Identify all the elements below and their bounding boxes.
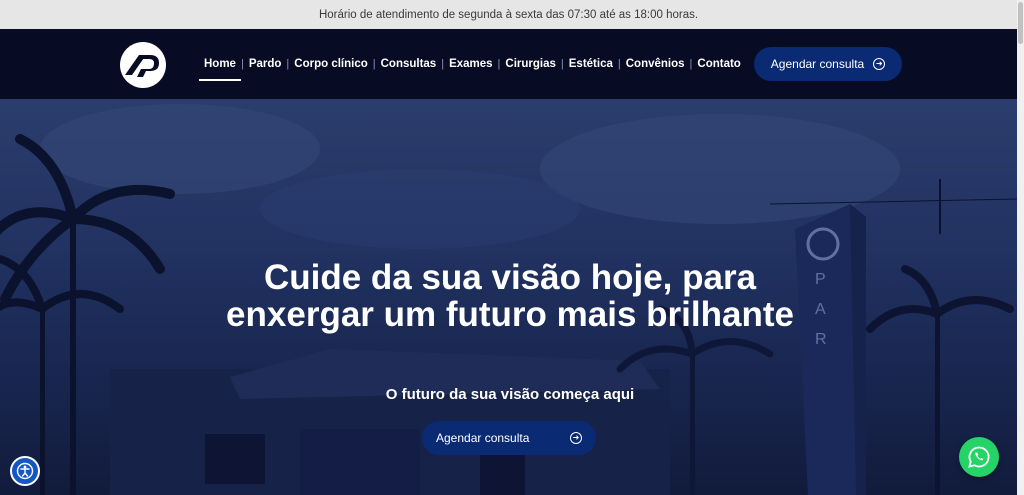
page-scrollbar[interactable]: [1017, 0, 1024, 495]
accessibility-icon: [16, 462, 34, 480]
nav-cirurgias[interactable]: Cirurgias: [500, 58, 561, 70]
arrow-right-circle-icon: ➜: [873, 58, 886, 70]
accessibility-button[interactable]: [10, 456, 40, 486]
main-nav: Home | Pardo | Corpo clínico | Consultas…: [199, 29, 746, 99]
scrollbar-thumb[interactable]: [1018, 2, 1023, 44]
pardo-logo-icon[interactable]: [119, 41, 167, 89]
nav-home[interactable]: Home: [199, 58, 241, 81]
schedule-button-label: Agendar consulta: [770, 57, 865, 71]
nav-estetica[interactable]: Estética: [564, 58, 618, 70]
whatsapp-button[interactable]: [959, 437, 999, 477]
arrow-right-circle-icon: ➜: [570, 432, 582, 444]
schedule-button-header[interactable]: Agendar consulta ➜: [754, 47, 902, 81]
hero-banner: P A R Cuide da sua visão hoje, para enxe…: [0, 99, 1017, 495]
schedule-button-label: Agendar consulta: [436, 431, 530, 445]
whatsapp-icon: [968, 446, 990, 468]
nav-corpo-clinico[interactable]: Corpo clínico: [289, 58, 372, 70]
nav-exames[interactable]: Exames: [444, 58, 497, 70]
hero-title: Cuide da sua visão hoje, para enxergar u…: [226, 258, 794, 334]
top-info-bar: Horário de atendimento de segunda à sext…: [0, 0, 1017, 29]
nav-convenios[interactable]: Convênios: [621, 58, 690, 70]
office-hours-text: Horário de atendimento de segunda à sext…: [318, 8, 699, 21]
main-navbar: Home | Pardo | Corpo clínico | Consultas…: [0, 29, 1017, 99]
hero-subtitle: O futuro da sua visão começa aqui: [385, 386, 635, 403]
nav-pardo[interactable]: Pardo: [244, 58, 287, 70]
nav-contato[interactable]: Contato: [692, 58, 745, 70]
schedule-button-hero[interactable]: Agendar consulta ➜: [422, 421, 596, 455]
nav-consultas[interactable]: Consultas: [376, 58, 442, 70]
